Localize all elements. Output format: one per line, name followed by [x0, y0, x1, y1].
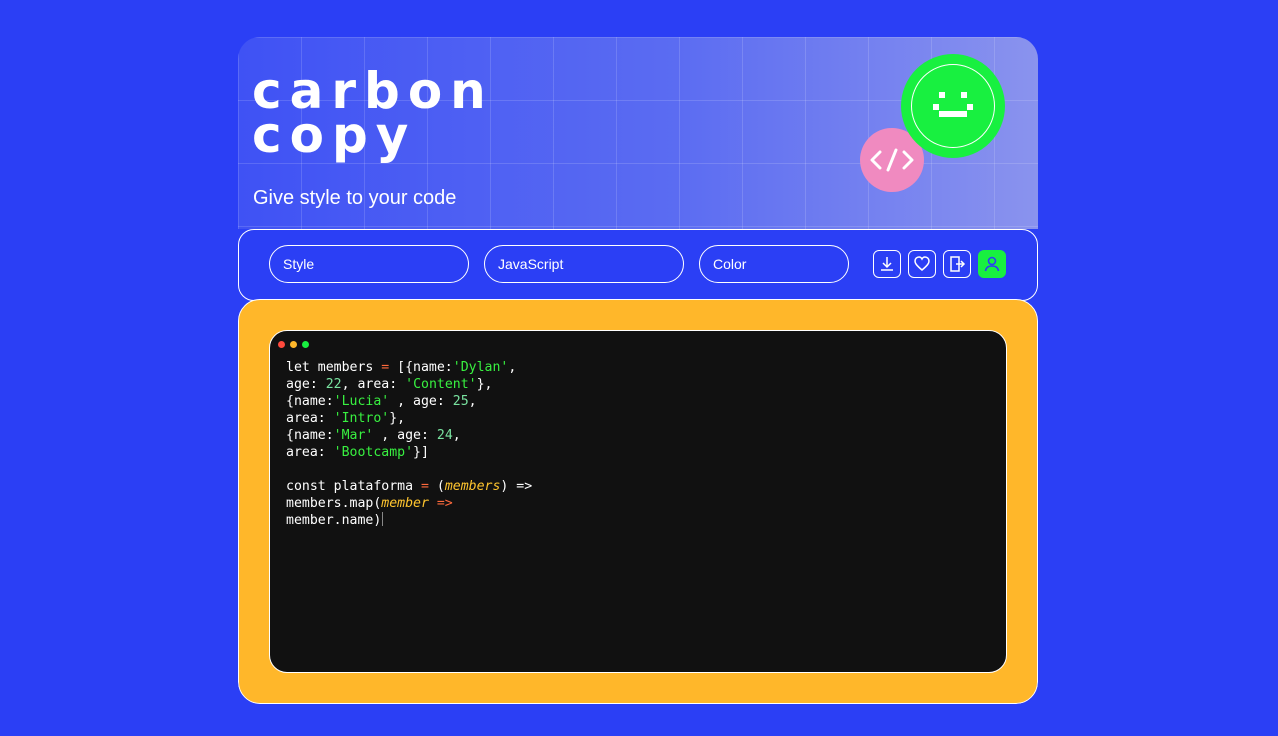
minimize-dot-icon	[290, 341, 297, 348]
style-select[interactable]: Style	[269, 245, 469, 283]
profile-button[interactable]	[978, 250, 1006, 278]
code-editor[interactable]: let members = [{name:'Dylan', age: 22, a…	[269, 330, 1007, 673]
download-icon	[881, 257, 893, 271]
smiley-robot-icon	[901, 54, 1005, 158]
close-dot-icon	[278, 341, 285, 348]
language-select[interactable]: JavaScript	[484, 245, 684, 283]
hero-header: carbon copy Give style to your code	[238, 37, 1038, 229]
favorite-button[interactable]	[908, 250, 936, 278]
logout-button[interactable]	[943, 250, 971, 278]
maximize-dot-icon	[302, 341, 309, 348]
user-icon	[984, 256, 1000, 272]
download-button[interactable]	[873, 250, 901, 278]
toolbar: Style JavaScript Color	[238, 229, 1038, 301]
tagline: Give style to your code	[253, 187, 457, 209]
logout-icon	[950, 256, 966, 272]
editor-stage: let members = [{name:'Dylan', age: 22, a…	[238, 299, 1038, 704]
color-select[interactable]: Color	[699, 245, 849, 283]
code-text[interactable]: let members = [{name:'Dylan', age: 22, a…	[286, 359, 532, 529]
app-card: carbon copy Give style to your code Styl…	[238, 37, 1038, 704]
text-cursor	[382, 512, 384, 526]
logo: carbon copy	[252, 66, 494, 160]
heart-icon	[914, 256, 930, 271]
